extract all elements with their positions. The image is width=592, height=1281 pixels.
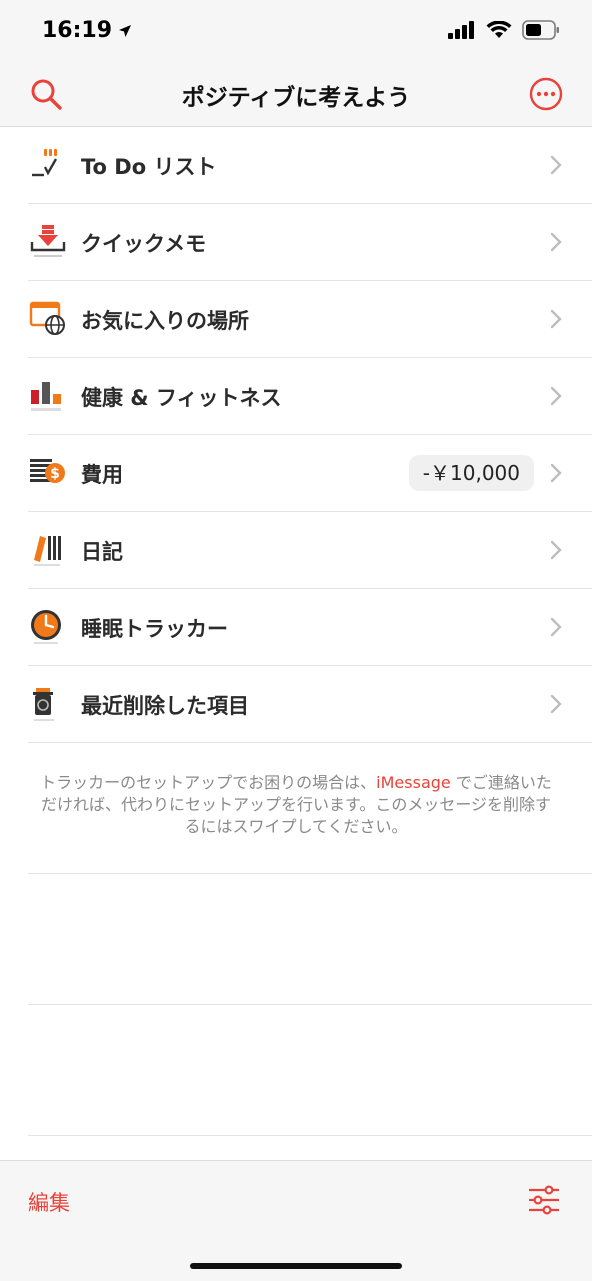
list-item-label: 費用 (81, 463, 123, 487)
list-item-label: 最近削除した項目 (81, 694, 249, 718)
list-item-health-fitness[interactable]: 健康 & フィットネス (28, 358, 592, 435)
list-item-todo[interactable]: To Do リスト (28, 127, 592, 204)
list-item-label: 睡眠トラッカー (81, 617, 228, 641)
setup-help-notice[interactable]: トラッカーのセットアップでお困りの場合は、iMessage でご連絡いただければ… (36, 772, 556, 838)
status-time: 16:19 (42, 18, 132, 43)
svg-text:$: $ (50, 466, 60, 482)
imessage-link[interactable]: iMessage (376, 773, 451, 792)
navigation-bar: ポジティブに考えよう (0, 62, 592, 127)
list-item-sleep-tracker[interactable]: 睡眠トラッカー (28, 589, 592, 666)
list-item-favorite-places[interactable]: お気に入りの場所 (28, 281, 592, 358)
wifi-icon (486, 21, 512, 38)
list-item-label: お気に入りの場所 (81, 309, 249, 333)
chevron-right-icon (550, 155, 562, 175)
divider (28, 873, 592, 874)
quick-memo-icon (30, 225, 66, 257)
list-item-label: 健康 & フィットネス (81, 386, 282, 410)
list-item-recently-deleted[interactable]: 最近削除した項目 (28, 666, 592, 743)
trash-icon (33, 688, 54, 721)
todo-list-icon (32, 149, 58, 177)
chevron-right-icon (550, 386, 562, 406)
status-time-text: 16:19 (42, 18, 113, 43)
cellular-signal-icon (448, 21, 474, 39)
list-item-quick-memo[interactable]: クイックメモ (28, 204, 592, 281)
bottom-toolbar: 編集 (0, 1160, 592, 1281)
edit-button[interactable]: 編集 (28, 1187, 70, 1217)
location-arrow-icon (119, 24, 132, 37)
page-title: ポジティブに考えよう (181, 85, 411, 111)
list-item-label: To Do リスト (81, 155, 217, 179)
battery-icon (522, 20, 559, 40)
list-item-expenses[interactable]: $ 費用 -￥10,000 (28, 435, 592, 512)
more-options-icon[interactable] (528, 76, 564, 112)
chevron-right-icon (550, 694, 562, 714)
chevron-right-icon (550, 617, 562, 637)
books-icon (34, 536, 61, 566)
status-icons (448, 20, 560, 40)
chevron-right-icon (550, 463, 562, 483)
list-item-diary[interactable]: 日記 (28, 512, 592, 589)
list-item-label: クイックメモ (81, 232, 207, 256)
list-item-label: 日記 (81, 540, 123, 564)
bar-chart-icon (31, 382, 61, 411)
chevron-right-icon (550, 309, 562, 329)
home-indicator (190, 1263, 402, 1269)
expense-total-badge: -￥10,000 (408, 455, 534, 491)
filter-sliders-icon[interactable] (528, 1185, 560, 1215)
money-icon: $ (30, 459, 65, 483)
clock-icon (31, 610, 61, 644)
divider (28, 1135, 592, 1136)
divider (28, 1004, 592, 1005)
status-bar: 16:19 (0, 0, 592, 62)
favorite-places-icon (29, 301, 65, 335)
chevron-right-icon (550, 232, 562, 252)
tracker-list: To Do リスト クイックメモ お気に入りの場所 健康 & フィットネス $ … (0, 127, 592, 743)
notice-text-before: トラッカーのセットアップでお困りの場合は、 (40, 773, 377, 792)
chevron-right-icon (550, 540, 562, 560)
